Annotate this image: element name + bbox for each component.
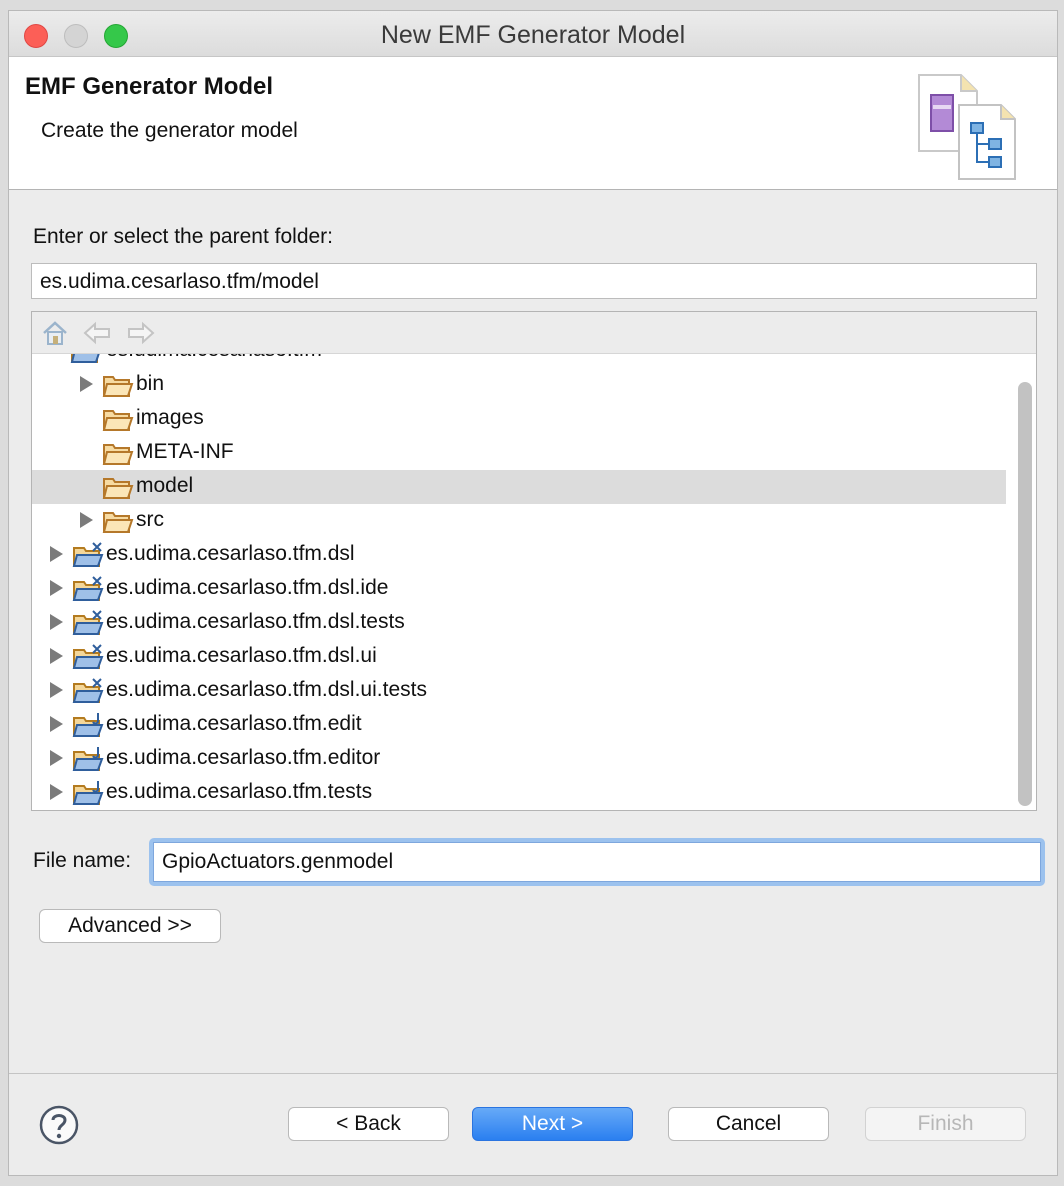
expand-arrow-icon[interactable] — [50, 682, 63, 698]
back-arrow-icon[interactable] — [82, 319, 112, 347]
tree-item-label: es.udima.cesarlaso.tfm.edit — [106, 712, 362, 735]
finish-button[interactable]: Finish — [865, 1107, 1026, 1141]
tree-item-label: es.udima.cesarlaso.tfm.editor — [106, 746, 381, 769]
tree-navigation-bar — [32, 312, 1036, 354]
tree-item-es-udima-cesarlaso-tfm-dsl-ui-tests[interactable]: es.udima.cesarlaso.tfm.dsl.ui.tests — [32, 674, 1006, 708]
wizard-banner: EMF Generator Model Create the generator… — [9, 57, 1057, 190]
tree-item-images[interactable]: images — [32, 402, 1006, 436]
title-bar: New EMF Generator Model — [9, 11, 1057, 57]
folder-icon — [102, 376, 134, 397]
expand-arrow-icon[interactable] — [50, 648, 63, 664]
folder-icon — [102, 478, 134, 499]
file-name-focus-ring: GpioActuators.genmodel — [149, 838, 1045, 886]
tree-item-src[interactable]: src — [32, 504, 1006, 538]
tree-item-es-udima-cesarlaso-tfm-dsl-ui[interactable]: es.udima.cesarlaso.tfm.dsl.ui — [32, 640, 1006, 674]
xtext-project-icon — [72, 576, 104, 601]
tree-item-es-udima-cesarlaso-tfm-editor[interactable]: es.udima.cesarlaso.tfm.editor — [32, 742, 1006, 776]
expand-arrow-icon[interactable] — [50, 716, 63, 732]
java-project-icon — [70, 354, 100, 363]
page-title: EMF Generator Model — [25, 73, 274, 100]
tree-item-model[interactable]: model — [32, 470, 1006, 504]
expand-arrow-icon[interactable] — [80, 376, 93, 392]
wizard-window: New EMF Generator Model EMF Generator Mo… — [8, 10, 1058, 1176]
tree-item-label: es.udima.cesarlaso.tfm.dsl — [106, 542, 355, 565]
tree-item-label: es.udima.cesarlaso.tfm — [106, 354, 322, 362]
xtext-project-icon — [72, 644, 104, 669]
tree-item-label: es.udima.cesarlaso.tfm.dsl.tests — [106, 610, 405, 633]
cancel-button[interactable]: Cancel — [668, 1107, 829, 1141]
tree-scrollbar[interactable] — [1018, 382, 1032, 806]
tree-item-es-udima-cesarlaso-tfm-dsl[interactable]: es.udima.cesarlaso.tfm.dsl — [32, 538, 1006, 572]
xtext-project-icon — [72, 678, 104, 703]
expand-arrow-icon[interactable] — [50, 750, 63, 766]
tree-item-project[interactable]: es.udima.cesarlaso.tfm — [32, 354, 1006, 368]
tree-item-label: images — [136, 406, 204, 429]
tree-item-label: es.udima.cesarlaso.tfm.dsl.ui — [106, 644, 377, 667]
expand-arrow-icon[interactable] — [50, 614, 63, 630]
help-icon[interactable] — [39, 1105, 79, 1145]
tree-item-es-udima-cesarlaso-tfm-tests[interactable]: es.udima.cesarlaso.tfm.tests — [32, 776, 1006, 810]
folder-tree[interactable]: es.udima.cesarlaso.tfm bin images META-INF… — [31, 311, 1037, 811]
file-name-input[interactable]: GpioActuators.genmodel — [153, 842, 1041, 882]
tree-item-es-udima-cesarlaso-tfm-dsl-tests[interactable]: es.udima.cesarlaso.tfm.dsl.tests — [32, 606, 1006, 640]
java-project-icon — [72, 781, 104, 805]
tree-item-label: es.udima.cesarlaso.tfm.dsl.ui.tests — [106, 678, 427, 701]
home-icon[interactable] — [40, 319, 70, 347]
tree-item-meta-inf[interactable]: META-INF — [32, 436, 1006, 470]
generator-model-wizard-icon — [918, 74, 1016, 180]
tree-item-es-udima-cesarlaso-tfm-dsl-ide[interactable]: es.udima.cesarlaso.tfm.dsl.ide — [32, 572, 1006, 606]
xtext-project-icon — [72, 610, 104, 635]
parent-folder-label: Enter or select the parent folder: — [33, 225, 333, 248]
xtext-project-icon — [72, 542, 104, 567]
expand-arrow-icon[interactable] — [50, 580, 63, 596]
tree-item-label: META-INF — [136, 440, 234, 463]
back-button[interactable]: < Back — [288, 1107, 449, 1141]
tree-item-label: model — [136, 474, 194, 497]
folder-icon — [102, 444, 134, 465]
tree-rows: es.udima.cesarlaso.tfm bin images META-INF… — [32, 354, 1006, 810]
parent-folder-input[interactable]: es.udima.cesarlaso.tfm/model — [31, 263, 1037, 299]
tree-item-es-udima-cesarlaso-tfm-edit[interactable]: es.udima.cesarlaso.tfm.edit — [32, 708, 1006, 742]
tree-item-label: es.udima.cesarlaso.tfm.tests — [106, 780, 373, 803]
tree-item-label: es.udima.cesarlaso.tfm.dsl.ide — [106, 576, 389, 599]
folder-icon — [102, 410, 134, 431]
window-title: New EMF Generator Model — [380, 21, 686, 49]
folder-icon — [102, 512, 134, 533]
page-description: Create the generator model — [41, 119, 298, 142]
expand-arrow-icon[interactable] — [50, 546, 63, 562]
java-project-icon — [72, 713, 104, 737]
java-project-icon — [72, 747, 104, 771]
expand-arrow-icon[interactable] — [80, 512, 93, 528]
file-name-label: File name: — [33, 849, 132, 872]
expand-arrow-icon[interactable] — [50, 784, 63, 800]
footer-divider — [9, 1073, 1057, 1074]
forward-arrow-icon[interactable] — [126, 319, 156, 347]
advanced-button[interactable]: Advanced >> — [39, 909, 221, 943]
next-button[interactable]: Next > — [472, 1107, 633, 1141]
tree-item-bin[interactable]: bin — [32, 368, 1006, 402]
tree-item-label: bin — [136, 372, 165, 395]
tree-item-label: src — [136, 508, 164, 531]
